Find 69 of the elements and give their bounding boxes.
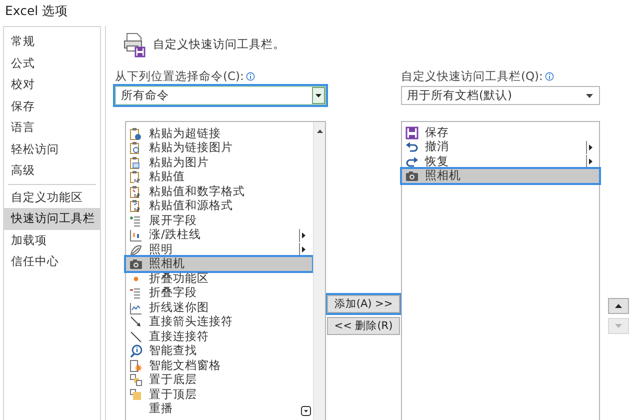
scroll-down-button-icon [301,406,311,416]
document-sun-icon [129,358,143,372]
dropdown[interactable]: 所有命令 [115,86,326,106]
list-item[interactable]: 保存 [402,125,599,140]
heading-text: 自定义快速访问工具栏。 [153,36,285,54]
sidebar-item[interactable]: 加载项 [4,230,100,251]
list-item[interactable]: 照相机 [126,256,312,272]
list-item[interactable]: 照相机 [402,168,599,184]
undo-icon [405,140,419,154]
info-icon [544,72,554,82]
sidebar-item[interactable]: 快速访问工具栏 [4,208,100,230]
scrollbar[interactable] [313,122,325,420]
list-item[interactable]: 智能文档窗格 [126,358,312,373]
list-item[interactable]: 折叠字段 [126,286,312,300]
printer-save-icon [123,32,147,58]
list-item[interactable]: 涨/跌柱线 [126,228,312,242]
list-item[interactable]: 撤消 [402,140,599,154]
list-item[interactable]: 智能查找 [126,344,312,358]
list-item[interactable]: 重播 [126,402,312,416]
triangle-down-icon [614,323,623,329]
chart-icon [129,228,143,242]
sidebar-item[interactable]: 自定义功能区 [4,186,100,208]
clipboard-icon [129,126,143,140]
list-item[interactable]: 折叠功能区 [126,271,312,286]
list-item[interactable]: 折线迷你图 [126,300,312,315]
sidebar-item[interactable]: 常规 [4,31,100,52]
sidebar-item[interactable]: 保存 [4,96,100,117]
info-icon [246,72,255,82]
expand-field-icon [129,214,143,228]
sidebar-item[interactable]: 轻松访问 [4,138,100,160]
magnifier-icon [129,344,143,358]
list-item[interactable]: 粘贴值和数字格式 [126,184,312,199]
line-icon [129,330,143,344]
camera-icon [129,257,143,271]
dropdown[interactable]: 用于所有文档(默认) [401,86,600,106]
save-icon [405,126,419,140]
list-item[interactable]: 粘贴值和源格式 [126,198,312,214]
field-label: 从下列位置选择命令(C): [115,68,244,85]
sidebar-item[interactable]: 语言 [4,117,100,138]
triangle-up-icon [614,303,623,309]
window-title: Excel 选项 [4,2,68,20]
list-item[interactable]: 恢复 [402,154,599,169]
list-item[interactable]: 展开字段 [126,213,312,228]
sparkline-icon [129,300,143,314]
sidebar-item[interactable]: 信任中心 [4,251,100,272]
layers-icon [129,373,143,387]
remove-button[interactable]: << 删除(R) [327,317,400,335]
list-item[interactable]: 粘贴为链接图片 [126,140,312,156]
camera-icon [405,169,419,183]
add-button[interactable]: 添加(A) >> [327,295,400,313]
sidebar-item[interactable]: 高级 [4,160,100,182]
caret-icon [586,94,593,98]
list-item[interactable]: 粘贴值 [126,170,312,184]
sidebar-item[interactable]: 校对 [4,74,100,96]
sidebar-item[interactable]: 公式 [4,52,100,74]
list-item[interactable]: 置于顶层 [126,387,312,402]
list-item[interactable]: 置于底层 [126,372,312,388]
list-item[interactable]: 直接箭头连接符 [126,314,312,330]
collapse-field-icon [129,286,143,300]
list-item[interactable]: 直接连接符 [126,329,312,344]
layers-icon [129,388,143,402]
move-up-button[interactable] [608,298,629,314]
leaf-icon [129,242,143,256]
dropdown-button-icon [312,87,325,104]
arrow-line-icon [129,315,143,329]
list-item[interactable]: 粘贴为超链接 [126,126,312,141]
list-item[interactable]: 粘贴为图片 [126,155,312,170]
field-label: 自定义快速访问工具栏(Q): [401,68,543,85]
redo-icon [405,154,419,168]
